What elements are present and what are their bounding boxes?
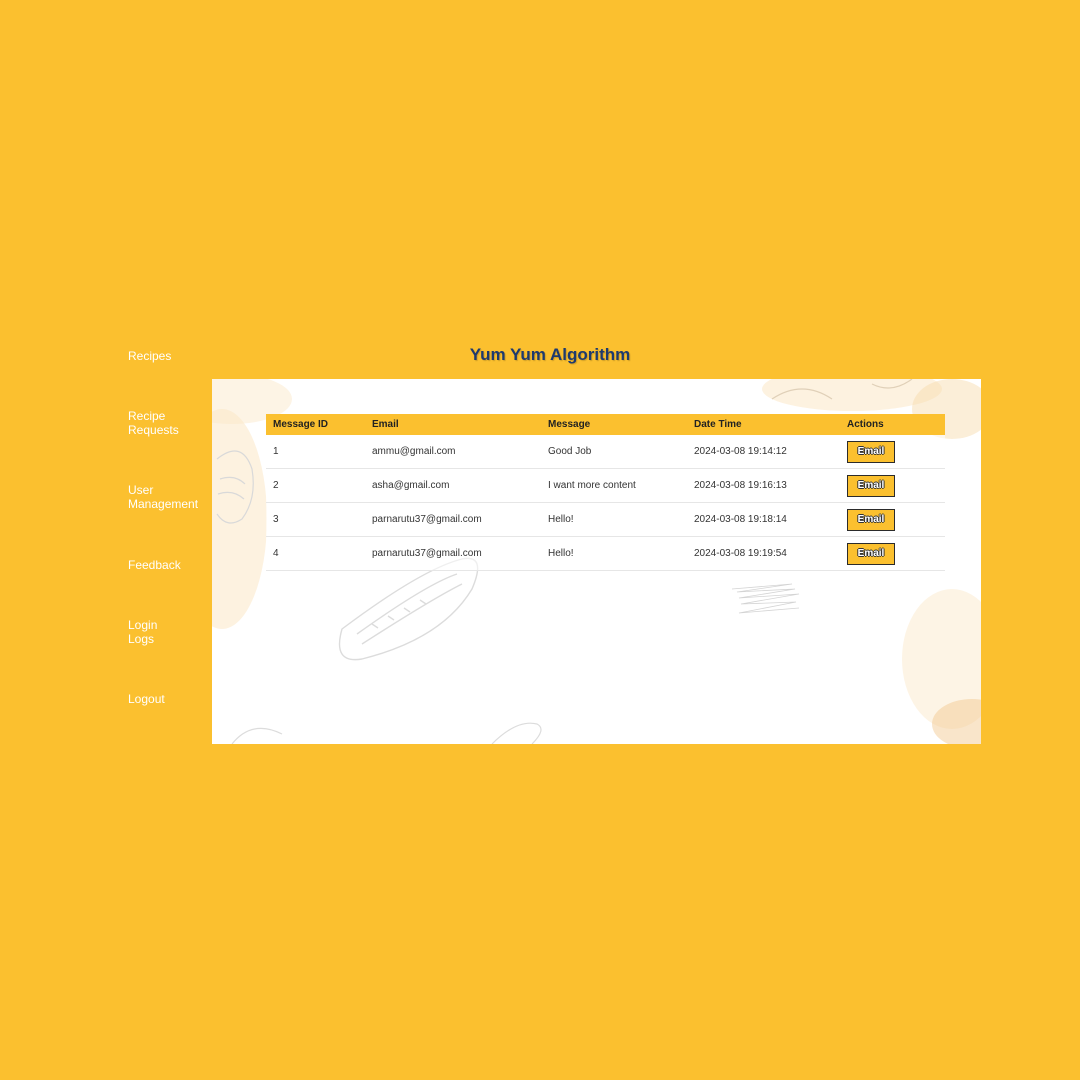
cell-message-id: 4: [266, 536, 365, 571]
cell-actions: Email: [840, 435, 945, 469]
cell-email: asha@gmail.com: [365, 468, 541, 503]
cell-actions: Email: [840, 536, 945, 571]
cell-message-id: 3: [266, 502, 365, 537]
sidebar: Recipes Recipe Requests User Management …: [128, 0, 212, 1080]
email-button[interactable]: Email: [847, 508, 895, 531]
sidebar-item-recipe-requests[interactable]: Recipe Requests: [128, 409, 212, 437]
sidebar-item-user-management[interactable]: User Management: [128, 483, 212, 511]
table-row: 3 parnarutu37@gmail.com Hello! 2024-03-0…: [266, 502, 945, 537]
cell-email: parnarutu37@gmail.com: [365, 502, 541, 537]
cell-message-id: 1: [266, 435, 365, 469]
table-row: 1 ammu@gmail.com Good Job 2024-03-08 19:…: [266, 435, 945, 469]
cell-email: parnarutu37@gmail.com: [365, 536, 541, 571]
email-button[interactable]: Email: [847, 474, 895, 497]
cell-message-id: 2: [266, 468, 365, 503]
cell-email: ammu@gmail.com: [365, 435, 541, 469]
cell-message: I want more content: [541, 468, 687, 503]
cell-date-time: 2024-03-08 19:19:54: [687, 536, 840, 571]
column-header-date-time: Date Time: [694, 419, 742, 430]
sidebar-item-login-logs[interactable]: Login Logs: [128, 618, 212, 646]
sidebar-item-recipes[interactable]: Recipes: [128, 349, 212, 363]
cell-actions: Email: [840, 468, 945, 503]
page-title: Yum Yum Algorithm: [469, 345, 631, 364]
cell-actions: Email: [840, 502, 945, 537]
content-panel: Message ID Email Message Date Time Actio…: [212, 379, 981, 744]
column-header-message-id: Message ID: [273, 419, 329, 430]
table-header-row: Message ID Email Message Date Time Actio…: [266, 414, 945, 435]
messages-table: Message ID Email Message Date Time Actio…: [266, 414, 945, 571]
cell-date-time: 2024-03-08 19:16:13: [687, 468, 840, 503]
column-header-message: Message: [548, 419, 591, 430]
cell-message: Good Job: [541, 435, 687, 469]
column-header-actions: Actions: [847, 419, 884, 430]
sidebar-item-logout[interactable]: Logout: [128, 692, 212, 706]
email-button[interactable]: Email: [847, 542, 895, 565]
cell-message: Hello!: [541, 536, 687, 571]
column-header-email: Email: [372, 419, 399, 430]
cell-date-time: 2024-03-08 19:14:12: [687, 435, 840, 469]
table-row: 4 parnarutu37@gmail.com Hello! 2024-03-0…: [266, 536, 945, 571]
email-button[interactable]: Email: [847, 440, 895, 463]
cell-message: Hello!: [541, 502, 687, 537]
sidebar-item-feedback[interactable]: Feedback: [128, 558, 212, 572]
table-row: 2 asha@gmail.com I want more content 202…: [266, 468, 945, 503]
cell-date-time: 2024-03-08 19:18:14: [687, 502, 840, 537]
